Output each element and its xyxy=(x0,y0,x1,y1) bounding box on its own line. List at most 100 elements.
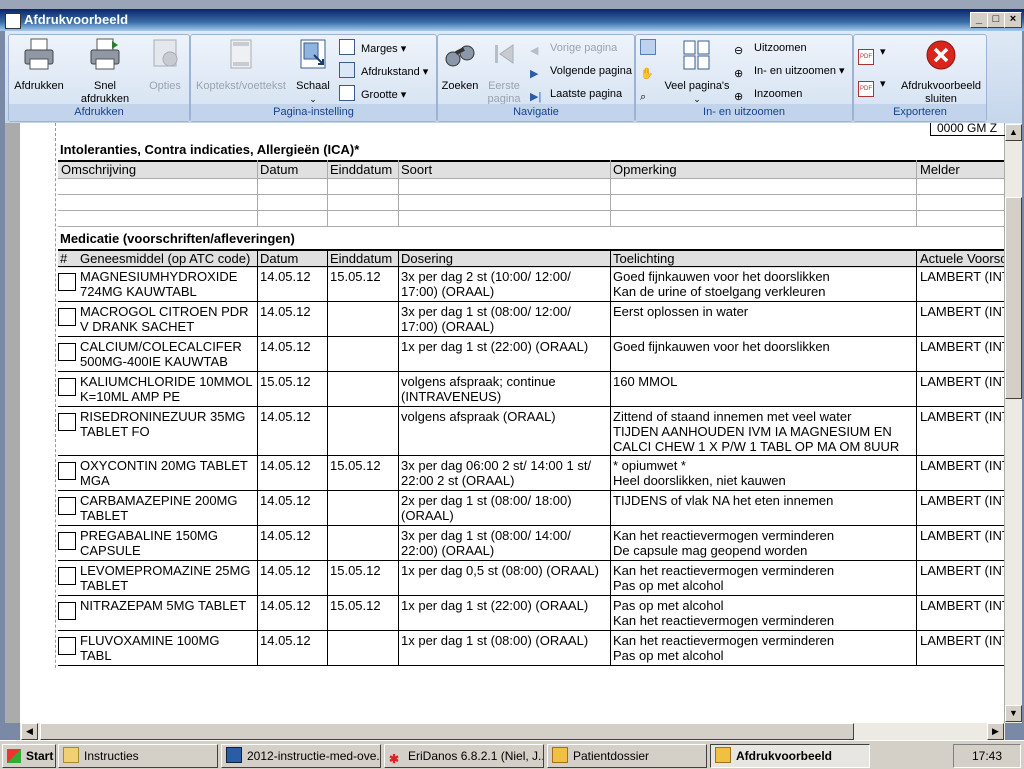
ica-header-row xyxy=(58,160,1004,179)
column-divider xyxy=(257,560,258,595)
close-window-button[interactable]: × xyxy=(1004,12,1022,28)
dosage: 2x per dag 1 st (08:00/ 18:00) (ORAAL) xyxy=(401,493,609,523)
row-checkbox[interactable] xyxy=(58,602,76,620)
export-pdf-button[interactable]: PDF ▾ xyxy=(858,43,886,65)
vertical-scroll-thumb[interactable] xyxy=(1005,197,1022,399)
hand-tool-button[interactable]: ✋ xyxy=(640,62,660,80)
row-checkbox[interactable] xyxy=(58,343,76,361)
start-date: 14.05.12 xyxy=(260,493,311,508)
dosage: 1x per dag 1 st (08:00) (ORAAL) xyxy=(401,633,609,648)
row-divider xyxy=(58,560,1004,561)
many-pages-button[interactable]: Veel pagina's ⌄ xyxy=(664,37,730,106)
binoculars-icon xyxy=(445,45,475,67)
row-checkbox[interactable] xyxy=(58,497,76,515)
taskbar: Start Instructies 2012-instructie-med-ov… xyxy=(0,740,1024,769)
last-page-button[interactable]: ▶| Laatste pagina xyxy=(530,85,622,103)
taskbar-item-patientdossier[interactable]: Patientdossier xyxy=(547,744,707,768)
options-button[interactable]: Opties xyxy=(143,37,187,93)
first-page-button[interactable]: Eerste pagina xyxy=(484,37,524,106)
horizontal-scroll-thumb[interactable] xyxy=(40,723,854,740)
maximize-button[interactable]: □ xyxy=(987,12,1005,28)
explanation-line: Goed fijnkauwen voor het doorslikken xyxy=(613,339,830,354)
end-date: 15.05.12 xyxy=(330,563,381,578)
zoom-dropdown-button[interactable]: ⊕ In- en uitzoomen ▾ xyxy=(734,62,845,80)
start-date: 14.05.12 xyxy=(260,269,311,284)
email-pdf-button[interactable]: PDF ▾ xyxy=(858,75,886,97)
zoom-in-button[interactable]: ⊕ Inzoomen xyxy=(734,85,802,103)
column-divider xyxy=(257,525,258,560)
row-checkbox[interactable] xyxy=(58,413,76,431)
scroll-left-button[interactable]: ◀ xyxy=(21,723,38,740)
drug-name-line: MACROGOL CITROEN PDR xyxy=(80,304,249,319)
med-header-number: # xyxy=(60,251,68,266)
minimize-button[interactable]: _ xyxy=(970,12,988,28)
size-icon xyxy=(339,85,355,101)
column-divider xyxy=(327,630,328,665)
start-button[interactable]: Start xyxy=(2,744,56,768)
row-checkbox[interactable] xyxy=(58,637,76,655)
row-checkbox[interactable] xyxy=(58,378,76,396)
taskbar-item-instructies[interactable]: Instructies xyxy=(58,744,218,768)
previous-page-button[interactable]: ◀ Vorige pagina xyxy=(530,39,617,57)
prescriber: LAMBERT (INT xyxy=(920,493,1004,508)
pointer-tool-button[interactable] xyxy=(640,39,662,57)
orientation-button[interactable]: Afdrukstand ▾ xyxy=(339,62,428,80)
column-divider xyxy=(327,266,328,301)
scroll-up-button[interactable]: ▲ xyxy=(1005,124,1022,141)
column-divider xyxy=(916,336,917,371)
dosage-line: 3x per dag 06:00 2 st/ 14:00 1 st/ xyxy=(401,458,592,473)
vertical-scrollbar[interactable]: ▲ ▼ xyxy=(1005,123,1022,723)
medicatie-section-title: Medicatie (voorschriften/afleveringen) xyxy=(60,231,295,246)
row-checkbox[interactable] xyxy=(58,273,76,291)
row-checkbox[interactable] xyxy=(58,567,76,585)
dosage-line: (INTRAVENEUS) xyxy=(401,389,502,404)
column-divider xyxy=(916,266,917,301)
row-checkbox[interactable] xyxy=(58,308,76,326)
page-margin-guide xyxy=(55,123,56,723)
header-footer-button[interactable]: Koptekst/voettekst xyxy=(193,37,289,93)
find-button[interactable]: Zoeken xyxy=(440,37,480,93)
print-button[interactable]: Afdrukken xyxy=(11,37,67,93)
scroll-right-button[interactable]: ▶ xyxy=(987,723,1004,740)
zoom-out-button[interactable]: ⊖ Uitzoomen xyxy=(734,39,807,57)
taskbar-item-eridanos[interactable]: ✱ EriDanos 6.8.2.1 (Niel, J... xyxy=(384,744,544,768)
scroll-down-button[interactable]: ▼ xyxy=(1005,705,1022,722)
group-pagina-instelling: Koptekst/voettekst Schaal ⌄ Marges ▾ Afd… xyxy=(190,34,437,122)
group-label-navigatie: Navigatie xyxy=(438,104,634,121)
explanation-line: Heel doorslikken, niet kauwen xyxy=(613,473,786,488)
drug-name-line: TABLET xyxy=(80,508,129,523)
column-divider xyxy=(610,490,611,525)
next-page-icon: ▶ xyxy=(530,68,539,80)
column-divider xyxy=(610,455,611,490)
size-button[interactable]: Grootte ▾ xyxy=(339,85,406,103)
printer-icon xyxy=(24,38,54,70)
system-clock: 17:43 xyxy=(953,744,1021,768)
horizontal-scrollbar[interactable]: ◀ ▶ xyxy=(20,723,1005,740)
options-icon xyxy=(153,39,178,67)
afdrukvoorbeeld-icon xyxy=(715,747,731,763)
close-preview-button[interactable]: Afdrukvoorbeeld sluiten xyxy=(898,37,984,106)
next-page-button[interactable]: ▶ Volgende pagina xyxy=(530,62,632,80)
dosage: 3x per dag 1 st (08:00/ 14:00/22:00) (OR… xyxy=(401,528,609,558)
margins-button[interactable]: Marges ▾ xyxy=(339,39,406,57)
quick-print-button[interactable]: Snel afdrukken xyxy=(69,37,141,106)
row-checkbox[interactable] xyxy=(58,532,76,550)
magnifier-tool-button[interactable]: ⌕ xyxy=(640,85,660,103)
first-page-icon xyxy=(495,44,514,64)
med-header-toelichting: Toelichting xyxy=(613,251,675,266)
column-divider xyxy=(398,371,399,406)
start-date: 15.05.12 xyxy=(260,374,311,389)
explanation-line: Kan het reactievermogen verminderen xyxy=(613,528,835,543)
row-checkbox[interactable] xyxy=(58,462,76,480)
row-divider xyxy=(58,266,1004,267)
dosage: 1x per dag 1 st (22:00) (ORAAL) xyxy=(401,598,609,613)
scale-button[interactable]: Schaal ⌄ xyxy=(291,37,335,106)
taskbar-item-afdrukvoorbeeld[interactable]: Afdrukvoorbeeld xyxy=(710,744,870,768)
column-divider xyxy=(610,406,611,455)
prescriber: LAMBERT (INT xyxy=(920,269,1004,284)
start-date: 14.05.12 xyxy=(260,409,311,424)
dosage: 3x per dag 1 st (08:00/ 12:00/17:00) (OR… xyxy=(401,304,609,334)
taskbar-item-word-document[interactable]: 2012-instructie-med-ove... xyxy=(221,744,381,768)
drug-name-line: 500MG-400IE KAUWTAB xyxy=(80,354,228,369)
page-corner-box: 0000 GM Z xyxy=(930,123,1011,136)
